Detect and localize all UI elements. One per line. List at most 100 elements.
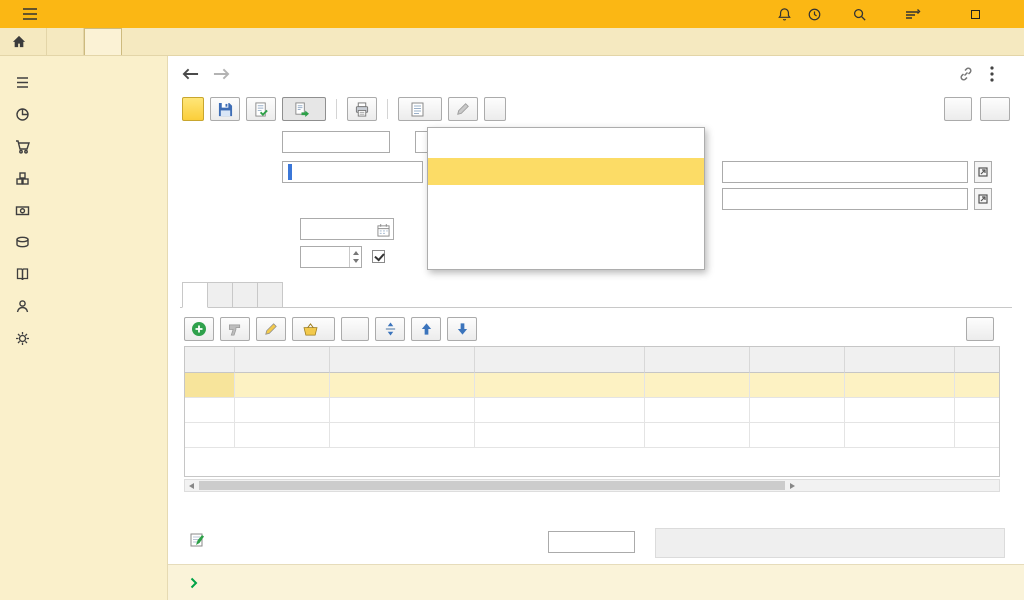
payment-due-link[interactable] — [190, 577, 206, 589]
receipt-date-input[interactable] — [300, 218, 394, 240]
search-icon[interactable] — [852, 7, 867, 22]
stepper-arrows-icon[interactable] — [349, 247, 361, 267]
cell-n[interactable] — [185, 398, 235, 423]
scanner-button[interactable] — [220, 317, 250, 341]
column-header[interactable] — [845, 347, 955, 373]
save-button[interactable] — [210, 97, 240, 121]
tab-supplier-order-document[interactable] — [84, 28, 122, 55]
post-document-button[interactable] — [246, 97, 276, 121]
cell-unit[interactable] — [750, 398, 845, 423]
scroll-thumb[interactable] — [199, 481, 785, 490]
based-on-menu-item[interactable] — [428, 158, 704, 185]
cell-item-name[interactable] — [330, 373, 475, 398]
based-on-menu-item[interactable] — [428, 131, 704, 158]
store-open-button[interactable] — [974, 161, 992, 183]
sidebar-item-personnel[interactable] — [0, 290, 167, 322]
number-input[interactable] — [282, 131, 390, 153]
column-header[interactable] — [185, 347, 235, 373]
sidebar-item-main[interactable] — [0, 66, 167, 98]
connection-status-icon[interactable] — [905, 8, 921, 20]
maximize-button[interactable] — [967, 7, 983, 22]
based-on-menu-item[interactable] — [428, 185, 704, 212]
edit-button[interactable] — [448, 97, 478, 121]
cell-article[interactable] — [235, 373, 330, 398]
pick-goods-button[interactable] — [292, 317, 335, 341]
tab-supplier-orders-list[interactable] — [47, 28, 84, 55]
based-on-menu-item[interactable] — [428, 239, 704, 266]
forward-button[interactable] — [213, 68, 230, 80]
cell-price[interactable] — [845, 373, 955, 398]
calendar-icon[interactable] — [377, 223, 390, 240]
tab-home[interactable] — [0, 28, 47, 55]
get-link-icon[interactable] — [958, 66, 974, 82]
cell-total[interactable] — [955, 423, 1000, 448]
sidebar-item-warehouse[interactable] — [0, 162, 167, 194]
move-up-button[interactable] — [411, 317, 441, 341]
print-button[interactable] — [347, 97, 377, 121]
cell-unit[interactable] — [750, 373, 845, 398]
create-based-on-button[interactable] — [282, 97, 326, 121]
main-menu-icon[interactable] — [22, 7, 38, 21]
fill-prices-button[interactable] — [341, 317, 369, 341]
post-and-close-button[interactable] — [182, 97, 204, 121]
edit-row-button[interactable] — [256, 317, 286, 341]
cell-quantity[interactable] — [645, 373, 750, 398]
received-input[interactable] — [548, 531, 635, 553]
payment-offset-button[interactable] — [484, 97, 506, 121]
more-menu-icon[interactable] — [990, 66, 994, 82]
tab-additional[interactable] — [232, 282, 258, 308]
more-button[interactable] — [944, 97, 972, 121]
sidebar-item-purchases[interactable] — [0, 130, 167, 162]
based-on-menu-item[interactable] — [428, 212, 704, 239]
column-header[interactable] — [475, 347, 645, 373]
scroll-right-button[interactable] — [785, 480, 799, 491]
tab-comment[interactable] — [257, 282, 283, 308]
cell-n[interactable] — [185, 373, 235, 398]
overdue-days-stepper[interactable] — [300, 246, 362, 268]
scroll-left-button[interactable] — [185, 480, 199, 491]
fit-rows-button[interactable] — [375, 317, 405, 341]
add-row-button[interactable] — [184, 317, 214, 341]
sidebar-item-administration[interactable] — [0, 322, 167, 354]
cell-total[interactable] — [955, 373, 1000, 398]
column-header[interactable] — [330, 347, 475, 373]
cell-characteristic[interactable] — [475, 373, 645, 398]
notifications-bell-icon[interactable] — [777, 7, 792, 22]
store-select[interactable] — [722, 161, 968, 183]
column-header[interactable] — [750, 347, 845, 373]
tab-payment-stages[interactable] — [207, 282, 233, 308]
edit-note-icon[interactable] — [190, 532, 206, 548]
cell-item-name[interactable] — [330, 398, 475, 423]
sidebar-item-finance[interactable] — [0, 226, 167, 258]
sidebar-item-marketing[interactable] — [0, 98, 167, 130]
horizontal-scrollbar[interactable] — [184, 479, 1000, 492]
column-header[interactable] — [235, 347, 330, 373]
items-more-button[interactable] — [966, 317, 994, 341]
cell-characteristic[interactable] — [475, 398, 645, 423]
sidebar-item-sales[interactable] — [0, 194, 167, 226]
supplier-input[interactable] — [282, 161, 423, 183]
cell-price[interactable] — [845, 423, 955, 448]
help-button[interactable] — [980, 97, 1010, 121]
cell-quantity[interactable] — [645, 423, 750, 448]
warehouse-open-button[interactable] — [974, 188, 992, 210]
tab-goods[interactable] — [182, 282, 208, 308]
cell-item-name[interactable] — [330, 423, 475, 448]
move-down-button[interactable] — [447, 317, 477, 341]
cell-total[interactable] — [955, 398, 1000, 423]
cell-quantity[interactable] — [645, 398, 750, 423]
cell-article[interactable] — [235, 423, 330, 448]
history-icon[interactable] — [807, 7, 822, 22]
warehouse-select[interactable] — [722, 188, 968, 210]
perpetual-checkbox[interactable] — [372, 250, 385, 263]
cell-characteristic[interactable] — [475, 423, 645, 448]
sidebar-item-nsi[interactable] — [0, 258, 167, 290]
cell-n[interactable] — [185, 423, 235, 448]
column-header[interactable] — [955, 347, 1000, 373]
cell-unit[interactable] — [750, 423, 845, 448]
column-header[interactable] — [645, 347, 750, 373]
back-button[interactable] — [182, 68, 199, 80]
cell-article[interactable] — [235, 398, 330, 423]
reports-menu-button[interactable] — [398, 97, 442, 121]
cell-price[interactable] — [845, 398, 955, 423]
